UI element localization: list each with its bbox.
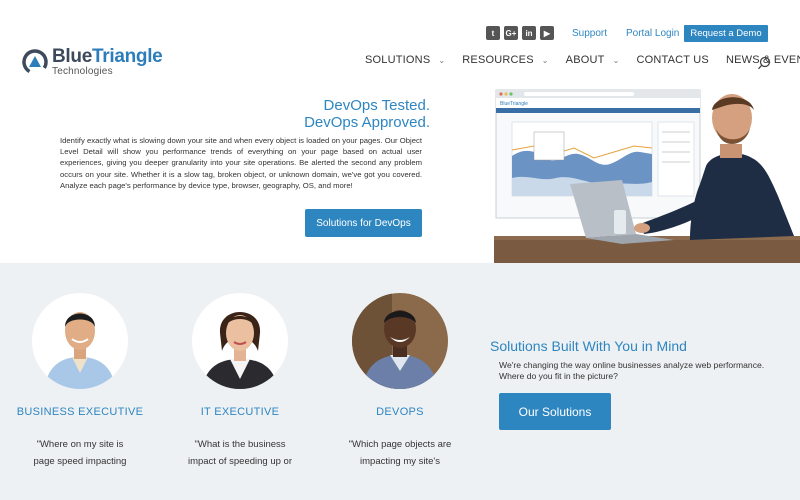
nav-item-about[interactable]: ABOUT ⌄ — [566, 54, 620, 66]
google-plus-icon[interactable]: G+ — [504, 26, 518, 40]
brand-name-part2: Triangle — [91, 46, 163, 67]
persona-quote: "What is the business impact of speeding… — [160, 436, 320, 470]
persona-title: DEVOPS — [376, 406, 424, 418]
chevron-down-icon: ⌄ — [541, 55, 549, 65]
nav-item-label: CONTACT US — [636, 54, 709, 66]
solutions-for-devops-button[interactable]: Solutions for DevOps — [305, 209, 422, 237]
hero-description: Identify exactly what is slowing down yo… — [60, 136, 422, 190]
brand-name-part1: Blue — [52, 46, 92, 67]
persona-quote-line2: impact of speeding up or — [187, 456, 293, 467]
portal-login-link[interactable]: Portal Login — [626, 28, 679, 39]
chevron-down-icon: ⌄ — [438, 55, 446, 65]
persona-devops[interactable]: DEVOPS "Which page objects are impacting… — [320, 293, 480, 470]
persona-quote-line2: impacting my site's — [360, 456, 440, 467]
nav-item-label: SOLUTIONS — [365, 54, 431, 66]
our-solutions-button[interactable]: Our Solutions — [499, 393, 611, 430]
persona-quote: "Which page objects are impacting my sit… — [320, 436, 480, 470]
twitter-icon[interactable]: t — [486, 26, 500, 40]
persona-quote-line1: "What is the business — [194, 439, 286, 450]
page: BlueTriangle Technologies t G+ in ▶ Supp… — [0, 0, 800, 500]
linkedin-icon[interactable]: in — [522, 26, 536, 40]
brand-logo[interactable]: BlueTriangle Technologies — [22, 46, 163, 77]
persona-quote-line1: "Where on my site is — [36, 439, 124, 450]
persona-quote-line1: "Which page objects are — [348, 439, 452, 450]
business-executive-avatar — [32, 293, 128, 389]
persona-quote: "Where on my site is page speed impactin… — [0, 436, 160, 470]
persona-title: IT EXECUTIVE — [200, 406, 280, 418]
main-nav: SOLUTIONS ⌄ RESOURCES ⌄ ABOUT ⌄ CONTACT … — [365, 54, 800, 66]
nav-item-label: RESOURCES — [462, 54, 534, 66]
search-icon[interactable] — [757, 56, 771, 70]
persona-business-executive[interactable]: BUSINESS EXECUTIVE "Where on my site is … — [0, 293, 160, 470]
nav-item-resources[interactable]: RESOURCES ⌄ — [462, 54, 548, 66]
brand-tagline: Technologies — [52, 66, 113, 77]
persona-it-executive[interactable]: IT EXECUTIVE "What is the business impac… — [160, 293, 320, 470]
devops-avatar — [352, 293, 448, 389]
nav-item-label: ABOUT — [565, 54, 605, 66]
persona-title: BUSINESS EXECUTIVE — [16, 406, 144, 418]
persona-quote-line2: page speed impacting — [33, 456, 127, 467]
solutions-heading: Solutions Built With You in Mind — [490, 338, 687, 354]
solutions-description: We're changing the way online businesses… — [499, 360, 765, 381]
hero-dashboard-photo: BlueTriangle — [494, 88, 800, 263]
youtube-icon[interactable]: ▶ — [540, 26, 554, 40]
nav-item-contact[interactable]: CONTACT US — [636, 54, 709, 66]
nav-item-solutions[interactable]: SOLUTIONS ⌄ — [365, 54, 445, 66]
hero-title-line2: DevOps Approved. — [304, 114, 430, 131]
chevron-down-icon: ⌄ — [612, 55, 620, 65]
blue-triangle-logo-icon — [22, 49, 48, 75]
svg-text:BlueTriangle: BlueTriangle — [500, 101, 528, 107]
hero-title-line1: DevOps Tested. — [323, 97, 430, 114]
hero-title: DevOps Tested. DevOps Approved. — [304, 97, 430, 131]
it-executive-avatar — [192, 293, 288, 389]
social-links: t G+ in ▶ — [486, 26, 554, 40]
support-link[interactable]: Support — [572, 28, 607, 39]
request-demo-button[interactable]: Request a Demo — [684, 25, 768, 42]
